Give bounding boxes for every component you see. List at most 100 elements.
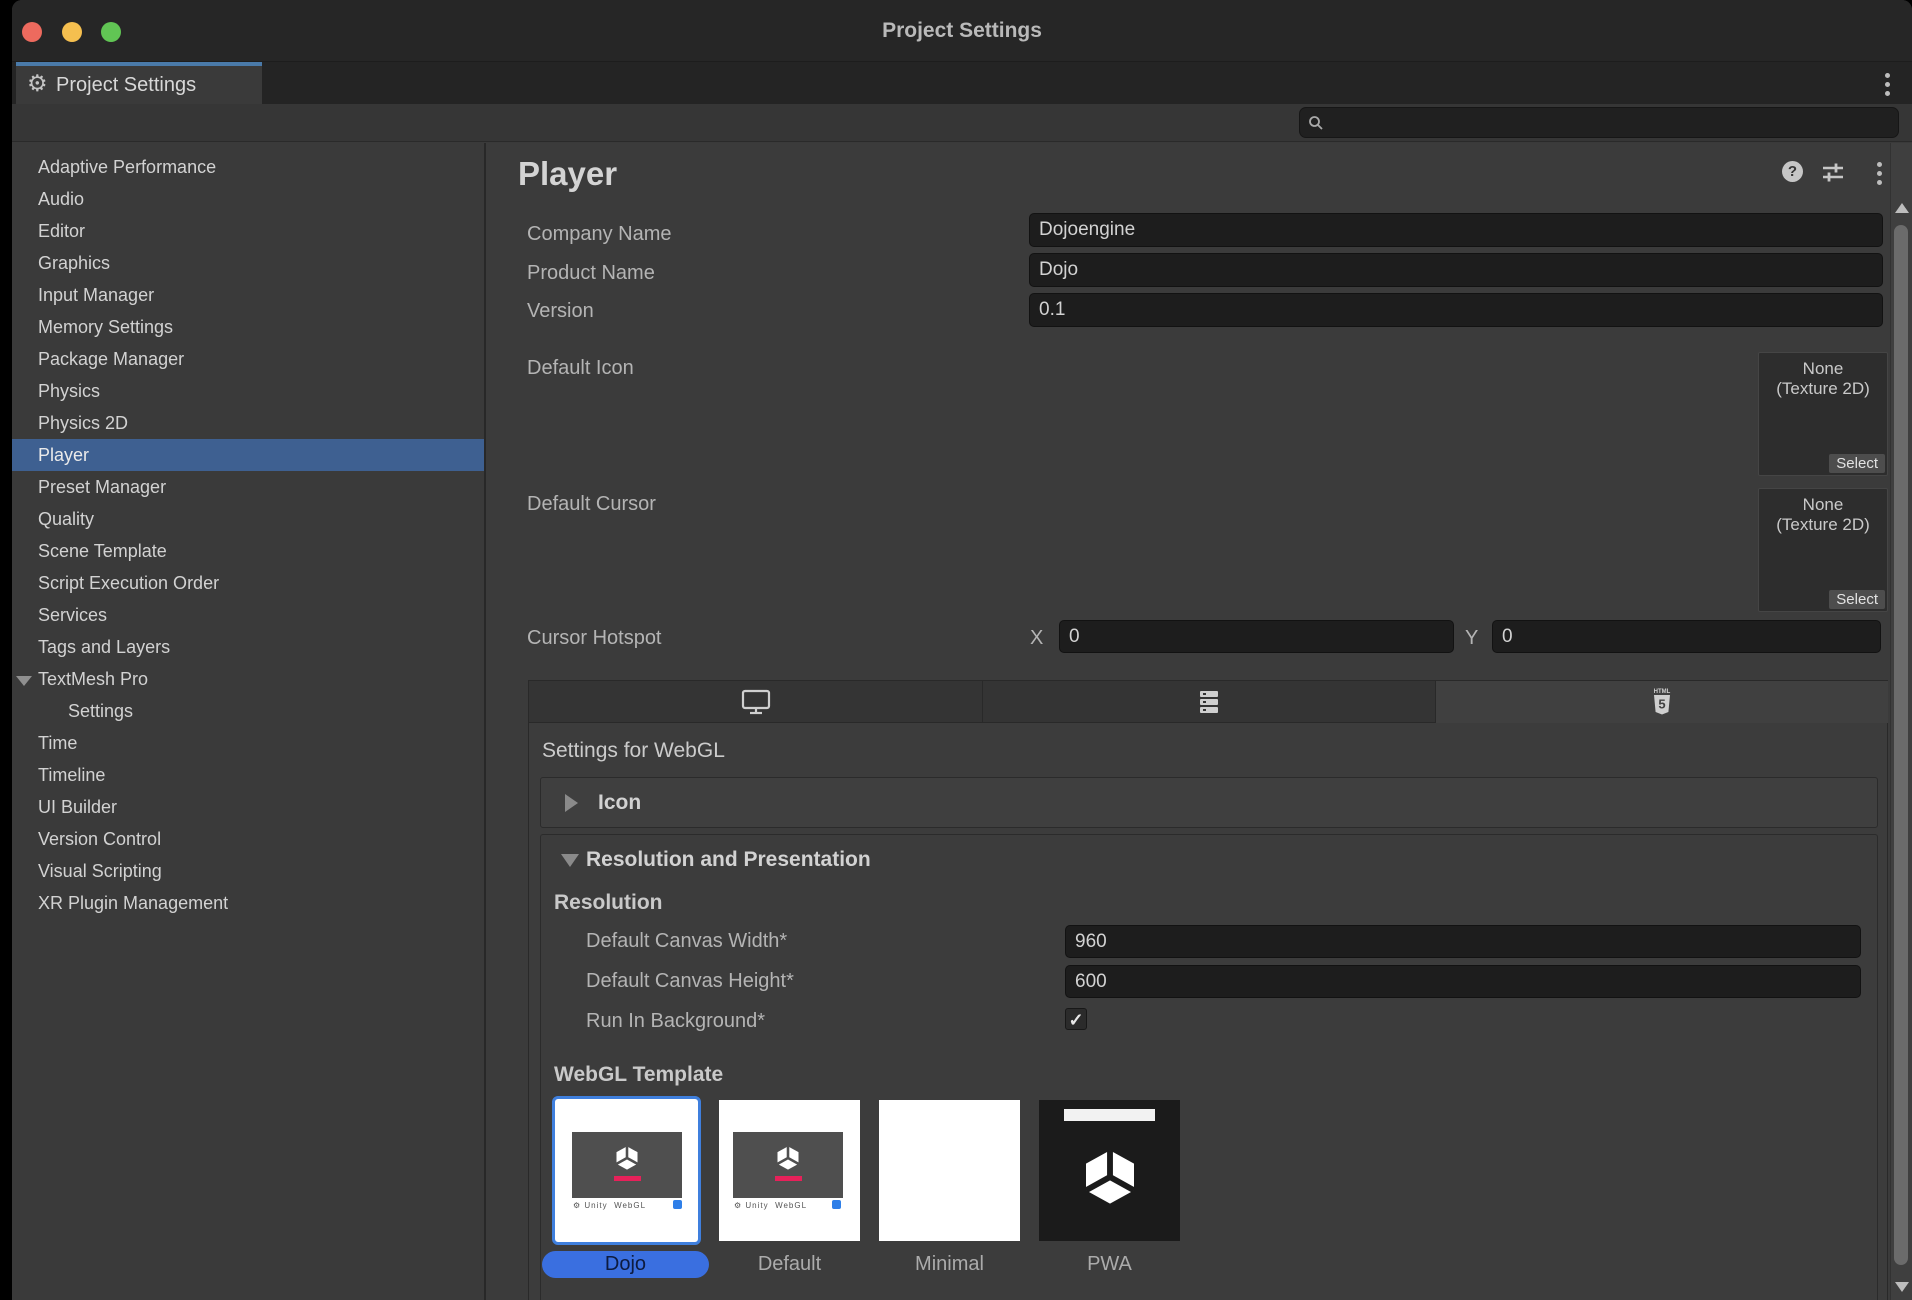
thumbnail-checkbox-icon [832,1200,841,1209]
sidebar-item-xr-plugin-management[interactable]: XR Plugin Management [12,887,484,919]
gear-icon: ⚙ [27,70,48,97]
unity-webgl-logos: ⚙ Unity WebGL [573,1201,646,1210]
sidebar-item-quality[interactable]: Quality [12,503,484,535]
tab-label: Project Settings [56,66,196,104]
scroll-down-icon[interactable] [1895,1282,1909,1292]
sidebar-item-editor[interactable]: Editor [12,215,484,247]
desktop-icon [741,689,771,715]
platform-tab-desktop[interactable] [529,681,982,723]
webgl-html5-icon: HTML 5 [1650,687,1674,717]
thumbnail-checkbox-icon [673,1200,682,1209]
default-icon-select-button[interactable]: Select [1829,454,1885,473]
canvas-width-label: Default Canvas Width* [586,930,787,953]
default-icon-type: (Texture 2D) [1759,379,1887,399]
resolution-presentation-title: Resolution and Presentation [586,835,871,885]
unity-logo-icon [1078,1145,1142,1209]
platform-tab-dedicated-server[interactable] [983,681,1435,723]
foldout-closed-icon [565,794,578,812]
hotspot-x-input[interactable] [1059,620,1454,653]
sidebar-list: Adaptive Performance Audio Editor Graphi… [12,151,484,919]
sidebar-item-version-control[interactable]: Version Control [12,823,484,855]
resolution-presentation-section: Resolution and Presentation Resolution D… [540,834,1878,1300]
icon-section-header[interactable]: Icon [540,777,1878,828]
default-cursor-select-button[interactable]: Select [1829,590,1885,609]
default-icon-object-field[interactable]: None (Texture 2D) Select [1758,352,1888,476]
project-settings-window: Project Settings ⚙ Project Settings A [12,0,1912,1300]
player-settings-pane: Player ? Company Name Product Name Versi… [486,143,1912,1300]
foldout-open-icon [561,854,579,867]
sidebar-item-visual-scripting[interactable]: Visual Scripting [12,855,484,887]
help-icon[interactable]: ? [1782,161,1803,182]
sidebar-item-scene-template[interactable]: Scene Template [12,535,484,567]
template-thumbnail [733,1132,843,1198]
sidebar-item-player[interactable]: Player [12,439,484,471]
canvas-height-input[interactable] [1065,965,1861,998]
template-card-minimal[interactable] [879,1100,1020,1241]
sidebar-item-physics[interactable]: Physics [12,375,484,407]
sidebar-item-script-execution-order[interactable]: Script Execution Order [12,567,484,599]
search-box[interactable] [1299,107,1899,138]
run-in-background-label: Run In Background* [586,1010,765,1033]
company-name-label: Company Name [527,223,672,246]
default-icon-label: Default Icon [527,357,634,380]
hotspot-y-input[interactable] [1492,620,1881,653]
platform-settings-box: HTML 5 Settings for WebGL Icon Re [528,680,1888,1300]
template-name-default[interactable]: Default [719,1253,860,1276]
template-card-default[interactable]: ⚙ Unity WebGL [719,1100,860,1241]
scroll-up-icon[interactable] [1895,203,1909,213]
sidebar-item-tags-and-layers[interactable]: Tags and Layers [12,631,484,663]
product-name-input[interactable] [1029,253,1883,287]
sidebar-item-services[interactable]: Services [12,599,484,631]
search-input[interactable] [1330,110,1890,135]
run-in-background-checkbox[interactable]: ✓ [1065,1008,1087,1030]
template-name-dojo[interactable]: Dojo [542,1251,709,1278]
template-card-pwa[interactable] [1039,1100,1180,1241]
default-cursor-type: (Texture 2D) [1759,515,1887,535]
resolution-presentation-header[interactable]: Resolution and Presentation [541,835,1877,885]
sidebar-item-tmp-settings[interactable]: Settings [12,695,484,727]
tab-project-settings[interactable]: ⚙ Project Settings [16,62,262,104]
sidebar-item-package-manager[interactable]: Package Manager [12,343,484,375]
hotspot-x-label: X [1030,627,1043,650]
canvas-width-input[interactable] [1065,925,1861,958]
pane-more-icon[interactable] [1877,158,1882,185]
sidebar-item-adaptive-performance[interactable]: Adaptive Performance [12,151,484,183]
settings-sidebar: Adaptive Performance Audio Editor Graphi… [12,143,484,1300]
platform-tab-webgl[interactable]: HTML 5 [1436,681,1888,723]
sidebar-item-physics-2d[interactable]: Physics 2D [12,407,484,439]
sidebar-item-timeline[interactable]: Timeline [12,759,484,791]
version-input[interactable] [1029,293,1883,327]
tab-more-icon[interactable] [1885,69,1890,96]
default-cursor-label: Default Cursor [527,493,656,516]
sidebar-item-input-manager[interactable]: Input Manager [12,279,484,311]
default-cursor-object-field[interactable]: None (Texture 2D) Select [1758,488,1888,612]
company-name-input[interactable] [1029,213,1883,247]
sidebar-item-audio[interactable]: Audio [12,183,484,215]
search-icon [1308,115,1324,131]
unity-webgl-logos: ⚙ Unity WebGL [734,1201,807,1210]
scrollbar-thumb[interactable] [1894,225,1908,1265]
foldout-open-icon[interactable] [16,676,32,686]
svg-text:5: 5 [1658,697,1665,712]
tab-bar: ⚙ Project Settings [12,62,1912,104]
sidebar-item-ui-builder[interactable]: UI Builder [12,791,484,823]
template-name-minimal[interactable]: Minimal [879,1253,1020,1276]
sidebar-item-textmesh-pro[interactable]: TextMesh Pro [12,663,484,695]
hotspot-y-label: Y [1465,627,1478,650]
settings-for-webgl-header: Settings for WebGL [542,739,725,763]
resolution-subheader: Resolution [554,891,663,915]
presets-icon[interactable] [1822,162,1844,182]
pwa-topbar [1064,1109,1155,1121]
unity-logo-icon [613,1144,641,1172]
unity-logo-icon [774,1144,802,1172]
vertical-scrollbar[interactable] [1890,143,1912,1300]
dedicated-server-icon [1196,689,1222,715]
sidebar-item-preset-manager[interactable]: Preset Manager [12,471,484,503]
sidebar-item-memory-settings[interactable]: Memory Settings [12,311,484,343]
sidebar-item-graphics[interactable]: Graphics [12,247,484,279]
template-name-pwa[interactable]: PWA [1039,1253,1180,1276]
template-card-dojo[interactable]: ⚙ Unity WebGL [552,1096,701,1245]
cursor-hotspot-label: Cursor Hotspot [527,627,662,650]
sidebar-item-time[interactable]: Time [12,727,484,759]
version-label: Version [527,300,594,323]
